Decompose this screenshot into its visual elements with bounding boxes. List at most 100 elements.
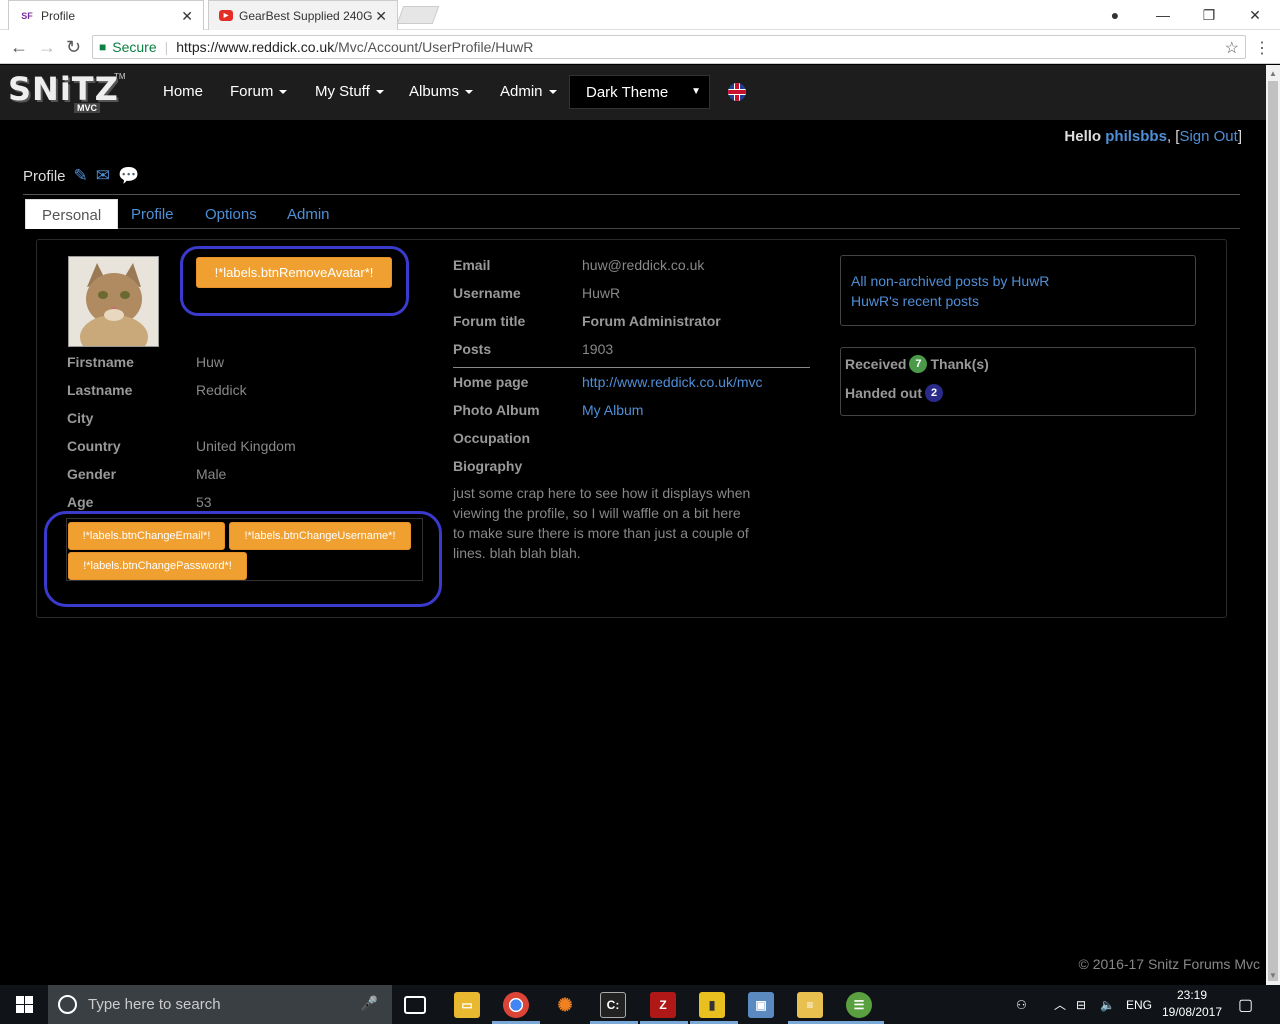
edit-icon[interactable]: ✎ <box>74 166 88 186</box>
tab-gearbest[interactable]: ▶ GearBest Supplied 240G ✕ <box>208 0 398 30</box>
email-value: huw@reddick.co.uk <box>582 257 705 273</box>
nav-admin-label: Admin <box>500 83 543 100</box>
clock[interactable]: 23:19 19/08/2017 <box>1160 987 1224 1021</box>
nav-my-stuff[interactable]: My Stuff <box>315 83 384 100</box>
greeting-text: Hello <box>1064 128 1102 145</box>
forward-arrow-icon[interactable]: → <box>38 37 56 58</box>
folder-app-icon[interactable]: ▮ <box>699 992 725 1018</box>
url-input[interactable]: ■ Secure | https://www.reddick.co.uk /Mv… <box>92 35 1246 59</box>
handed-out-thanks: Handed out 2 <box>845 384 946 402</box>
chrome-menu-icon[interactable]: ⋮ <box>1254 38 1270 58</box>
url-path: /Mvc/Account/UserProfile/HuwR <box>334 39 534 55</box>
chrome-icon[interactable] <box>503 992 529 1018</box>
address-bar-row: ← → ↻ ■ Secure | https://www.reddick.co.… <box>0 30 1280 64</box>
task-view-icon[interactable] <box>404 996 426 1014</box>
database-app-icon[interactable]: ≡ <box>797 992 823 1018</box>
tab-personal[interactable]: Personal <box>25 199 119 229</box>
gender-value: Male <box>196 466 227 482</box>
volume-icon[interactable]: 🔈 <box>1100 985 1115 1024</box>
handed-count-badge: 2 <box>925 384 943 402</box>
command-prompt-icon[interactable]: C: <box>600 992 626 1018</box>
page-title: Profile ✎ ✉ 💬 <box>23 166 139 186</box>
uk-flag-icon[interactable] <box>728 83 746 101</box>
logo-trademark: TM <box>114 72 126 81</box>
start-button[interactable] <box>0 985 48 1024</box>
greeting-username[interactable]: philsbbs <box>1105 128 1167 145</box>
taskbar-search[interactable]: Type here to search 🎤 <box>48 985 392 1024</box>
scrollbar-thumb[interactable] <box>1268 81 1278 981</box>
snitz-logo[interactable]: SNiTZ TM MVC <box>8 70 126 118</box>
firstname-label: Firstname <box>67 354 134 370</box>
scroll-up-icon[interactable]: ▲ <box>1269 69 1277 78</box>
signout-link[interactable]: Sign Out <box>1179 128 1237 145</box>
tab-profile[interactable]: SF Profile ✕ <box>8 0 204 30</box>
recent-posts-link[interactable]: HuwR's recent posts <box>851 293 979 309</box>
reload-icon[interactable]: ↻ <box>66 37 81 58</box>
clock-date: 19/08/2017 <box>1161 1005 1223 1019</box>
bookmark-star-icon[interactable]: ☆ <box>1225 38 1239 58</box>
cortana-icon <box>58 995 77 1014</box>
tab-admin[interactable]: Admin <box>271 199 346 229</box>
logo-subtitle: MVC <box>74 103 100 113</box>
tab-title: Profile <box>41 8 76 23</box>
nav-home[interactable]: Home <box>163 83 203 100</box>
age-label: Age <box>67 494 94 510</box>
posts-label: Posts <box>453 341 492 357</box>
snitz-favicon-icon: SF <box>21 10 33 21</box>
greeting-comma: , <box>1166 128 1172 145</box>
received-count-badge: 7 <box>909 355 928 373</box>
photo-album-link[interactable]: My Album <box>582 402 643 418</box>
file-explorer-icon[interactable]: ▭ <box>454 992 480 1018</box>
youtube-favicon-icon: ▶ <box>219 10 233 21</box>
nav-admin[interactable]: Admin <box>500 83 557 100</box>
all-posts-link[interactable]: All non-archived posts by HuwR <box>851 273 1049 289</box>
user-greeting: Hello philsbbs, [Sign Out] <box>1064 128 1242 145</box>
handed-label: Handed out <box>845 385 922 401</box>
theme-select[interactable]: Dark Theme ▼ <box>569 75 710 109</box>
url-divider: | <box>164 39 169 55</box>
username-value: HuwR <box>582 285 621 301</box>
homepage-link[interactable]: http://www.reddick.co.uk/mvc <box>582 374 763 390</box>
biography-label: Biography <box>453 458 523 474</box>
chat-icon[interactable]: 💬 <box>118 166 139 186</box>
new-tab-button[interactable] <box>396 6 440 24</box>
avast-icon[interactable]: ✺ <box>552 992 578 1018</box>
site-navbar: SNiTZ TM MVC Home Forum My Stuff Albums … <box>0 65 1266 120</box>
clock-time: 23:19 <box>1176 988 1208 1002</box>
close-icon[interactable]: ✕ <box>375 8 387 25</box>
page-scrollbar[interactable]: ▲ ▼ <box>1266 65 1280 985</box>
maximize-icon[interactable]: ❐ <box>1186 0 1232 30</box>
filezilla-icon[interactable]: Z <box>650 992 676 1018</box>
people-icon[interactable]: ⚇ <box>1016 985 1027 1024</box>
window-close-icon[interactable]: ✕ <box>1232 0 1278 30</box>
tray-chevron-icon[interactable]: ︿ <box>1054 985 1066 1024</box>
tab-options[interactable]: Options <box>189 199 273 229</box>
close-icon[interactable]: ✕ <box>181 8 193 25</box>
account-icon[interactable]: ● <box>1092 0 1138 30</box>
avatar <box>68 256 159 347</box>
language-indicator[interactable]: ENG <box>1126 985 1152 1024</box>
country-value: United Kingdom <box>196 438 296 454</box>
profile-tabs: Personal Profile Options Admin <box>25 199 1240 229</box>
nav-forum-label: Forum <box>230 83 274 100</box>
microphone-icon[interactable]: 🎤 <box>361 995 378 1012</box>
tab-profile-settings[interactable]: Profile <box>115 199 190 229</box>
forum-title-label: Forum title <box>453 313 526 329</box>
scroll-down-icon[interactable]: ▼ <box>1269 971 1277 980</box>
nav-albums[interactable]: Albums <box>409 83 474 100</box>
email-label: Email <box>453 257 491 273</box>
network-icon[interactable]: ⊟ <box>1076 985 1086 1024</box>
minimize-icon[interactable]: — <box>1140 0 1186 30</box>
cat-avatar-image <box>69 257 158 346</box>
city-label: City <box>67 410 94 426</box>
remote-desktop-icon[interactable]: ▣ <box>748 992 774 1018</box>
nav-forum[interactable]: Forum <box>230 83 288 100</box>
action-center-icon[interactable]: ▢ <box>1238 985 1253 1024</box>
back-arrow-icon[interactable]: ← <box>10 37 28 58</box>
biography-text: just some crap here to see how it displa… <box>453 485 751 561</box>
lock-icon: ■ <box>99 40 107 54</box>
envelope-icon[interactable]: ✉ <box>96 166 110 186</box>
secure-label: Secure <box>112 39 157 55</box>
server-app-icon[interactable]: ☰ <box>846 992 872 1018</box>
annotation-circle <box>44 511 442 607</box>
